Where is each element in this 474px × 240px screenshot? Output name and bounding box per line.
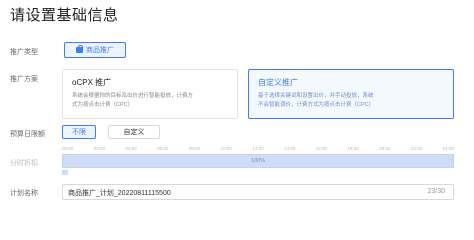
plan-name-label: 计划名称 [10,190,38,197]
promotion-method-label: 推广方案 [10,76,38,83]
method-card-desc-line1: 基于选择关键词和设置出价，并手动投放，系统 [258,93,374,99]
plan-name-counter: 23/30 [427,188,445,195]
hour-tick-label: 20:00 [379,146,391,151]
legend-swatch [62,170,68,175]
promotion-type-label: 推广类型 [10,49,38,56]
method-card-desc-line2: 不会智能调价，计费方式为按点击计费（CPC） [258,102,375,108]
method-card-desc-line1: 系统会根据你的目标及出价进行智能投放，计费方 [72,93,194,99]
hour-tick-label: 10:00 [220,146,232,151]
method-card-title: 自定义推广 [258,78,298,87]
hour-tick-label: 00:00 [62,146,74,151]
hour-tick-label: 24:00 [442,146,454,151]
discount-grid[interactable]: 100% [62,154,454,168]
hour-tick-label: 08:00 [188,146,201,151]
hour-tick-label: 22:00 [410,146,423,151]
plan-name-value: 商品推广_计划_20220811115500 [68,190,171,197]
hour-tick-label: 02:00 [93,146,105,151]
promotion-type-option[interactable]: 商品推广 [64,42,126,58]
discount-legend [62,170,454,177]
hour-tick-label: 12:00 [252,146,264,151]
method-card-title: oCPX 推广 [72,78,112,87]
hour-tick-label: 06:00 [157,146,169,151]
hour-tick-label: 04:00 [125,146,137,151]
daily-budget-label: 预算日限额 [10,131,45,138]
promotion-type-option-label: 商品推广 [86,47,114,54]
discount-value: 100% [250,158,266,164]
plan-name-input[interactable]: 商品推广_计划_20220811115500 23/30 [62,184,454,200]
hour-tick-label: 16:00 [315,146,328,151]
shopping-bag-icon [76,45,83,53]
time-discount-label: 分时折扣 [10,160,38,167]
method-card-ocpx[interactable]: oCPX 推广 系统会根据你的目标及出价进行智能投放，计费方 式为按点击计费（C… [62,69,238,119]
hour-tick-label: 14:00 [284,146,296,151]
method-card-custom[interactable]: 自定义推广 基于选择关键词和设置出价，并手动投放，系统 不会智能调价，计费方式为… [248,69,454,119]
hour-axis: 00:00 02:00 04:00 06:00 08:00 10:00 12:00 14:00… [62,146,454,153]
page-title: 请设置基础信息 [10,7,119,24]
hour-tick-label: 18:00 [347,146,359,151]
budget-option-custom[interactable]: 自定义 [108,125,160,139]
time-discount-schedule[interactable]: 00:00 02:00 04:00 06:00 08:00 10:00 12:00 14:00… [62,146,454,178]
method-card-desc-line2: 式为按点击计费（CPC） [72,102,134,108]
budget-option-unlimited[interactable]: 不限 [62,125,96,139]
